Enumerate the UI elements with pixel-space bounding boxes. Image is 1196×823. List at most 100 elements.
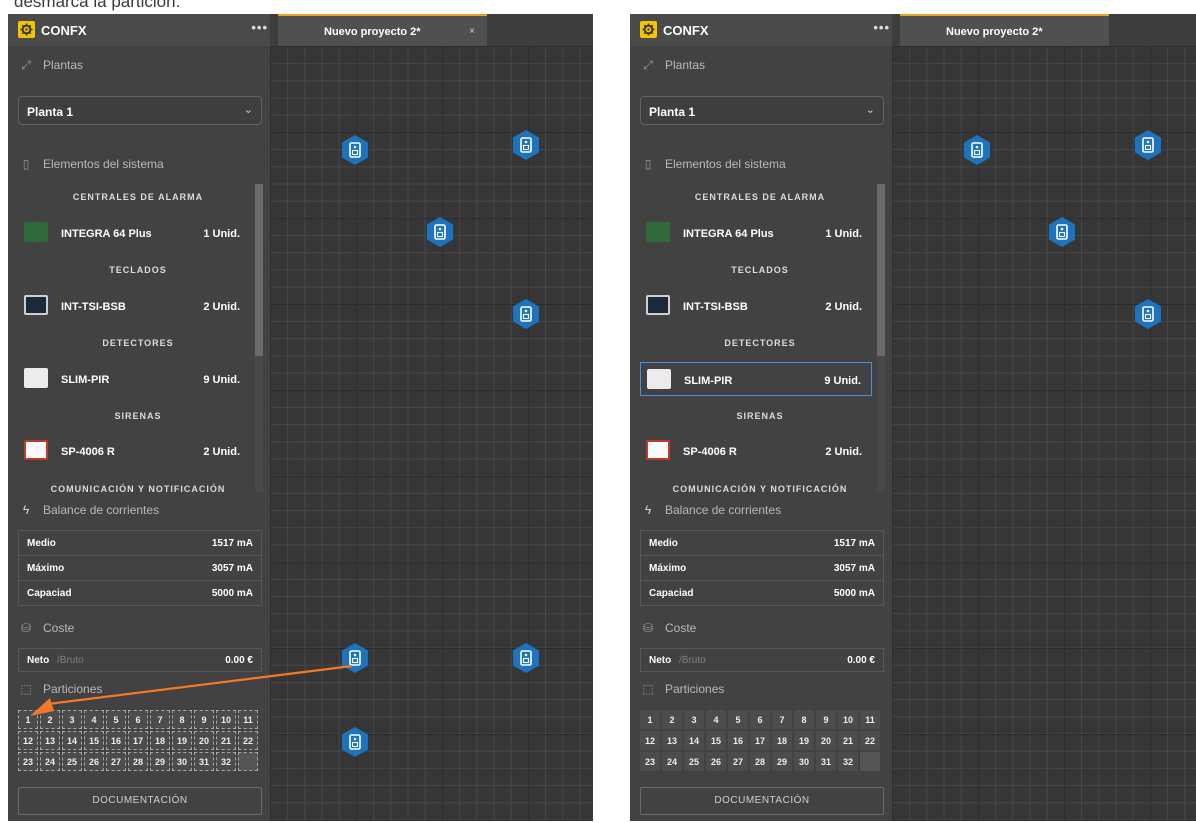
list-scrollbar-thumb[interactable]	[877, 184, 885, 356]
partition-cell[interactable]: 6	[128, 710, 148, 729]
partition-cell[interactable]: 19	[794, 731, 814, 750]
documentation-button[interactable]: DOCUMENTACIÓN	[18, 787, 262, 815]
partition-cell[interactable]: 8	[172, 710, 192, 729]
partition-cell[interactable]: 16	[728, 731, 748, 750]
documentation-button[interactable]: DOCUMENTACIÓN	[640, 787, 884, 815]
partition-cell[interactable]: 29	[772, 752, 792, 771]
partition-cell[interactable]: 23	[18, 752, 38, 771]
partition-cell[interactable]: 11	[238, 710, 258, 729]
partition-cell[interactable]: 10	[216, 710, 236, 729]
partition-cell[interactable]: 24	[662, 752, 682, 771]
partition-cell[interactable]: 3	[62, 710, 82, 729]
partition-cell[interactable]: 30	[172, 752, 192, 771]
partition-cell[interactable]: 23	[640, 752, 660, 771]
tab-project[interactable]: Nuevo proyecto 2*	[900, 14, 1109, 46]
detector-marker[interactable]	[511, 298, 541, 330]
partition-cell[interactable]: 9	[816, 710, 836, 729]
partition-cell[interactable]: 1	[640, 710, 660, 729]
detector-marker[interactable]	[1133, 129, 1163, 161]
list-item[interactable]: INTEGRA 64 Plus 1 Unid.	[18, 216, 250, 250]
partition-cell[interactable]: 14	[62, 731, 82, 750]
partition-cell[interactable]: 15	[84, 731, 104, 750]
partition-cell[interactable]: 18	[772, 731, 792, 750]
partition-cell[interactable]: 21	[216, 731, 236, 750]
partition-cell[interactable]: 4	[706, 710, 726, 729]
partition-cell[interactable]: 24	[40, 752, 60, 771]
partition-cell[interactable]: 7	[772, 710, 792, 729]
partition-cell[interactable]: 1	[18, 710, 38, 729]
list-item[interactable]: SP-4006 R 2 Unid.	[640, 434, 872, 468]
partition-cell[interactable]: 6	[750, 710, 770, 729]
partition-cell[interactable]: 26	[706, 752, 726, 771]
neto-toggle[interactable]: Neto	[649, 655, 671, 666]
list-item[interactable]: INT-TSI-BSB 2 Unid.	[18, 289, 250, 323]
partition-cell[interactable]: 3	[684, 710, 704, 729]
partition-cell[interactable]: 9	[194, 710, 214, 729]
partition-cell[interactable]: 31	[816, 752, 836, 771]
detector-marker[interactable]	[511, 642, 541, 674]
partition-cell[interactable]: 5	[728, 710, 748, 729]
detector-marker[interactable]	[962, 134, 992, 166]
list-item[interactable]: SLIM-PIR 9 Unid.	[18, 362, 250, 396]
more-dots-icon[interactable]: •••	[251, 20, 268, 35]
gear-icon[interactable]	[640, 21, 657, 38]
list-item-selected[interactable]: SLIM-PIR 9 Unid.	[640, 362, 872, 396]
detector-marker[interactable]	[1133, 298, 1163, 330]
partition-cell[interactable]: 10	[838, 710, 858, 729]
detector-marker[interactable]	[511, 129, 541, 161]
partition-cell[interactable]: 2	[40, 710, 60, 729]
partition-cell[interactable]: 28	[128, 752, 148, 771]
partition-cell[interactable]: 27	[728, 752, 748, 771]
partition-cell[interactable]: 12	[18, 731, 38, 750]
neto-toggle[interactable]: Neto	[27, 655, 49, 666]
partition-cell[interactable]: 21	[838, 731, 858, 750]
planta-select[interactable]: Planta 1 ⌄	[18, 96, 262, 125]
list-item[interactable]: INTEGRA 64 Plus 1 Unid.	[640, 216, 872, 250]
detector-marker[interactable]	[340, 134, 370, 166]
partition-cell[interactable]: 25	[62, 752, 82, 771]
partition-cell[interactable]: 18	[150, 731, 170, 750]
partition-cell[interactable]: 5	[106, 710, 126, 729]
bruto-toggle[interactable]: /Bruto	[679, 655, 706, 666]
partition-cell[interactable]: 7	[150, 710, 170, 729]
partition-cell[interactable]: 17	[750, 731, 770, 750]
floor-canvas[interactable]	[270, 46, 593, 821]
list-item[interactable]: INT-TSI-BSB 2 Unid.	[640, 289, 872, 323]
partition-cell[interactable]: 30	[794, 752, 814, 771]
detector-marker[interactable]	[1047, 216, 1077, 248]
partition-cell[interactable]: 32	[216, 752, 236, 771]
partition-cell[interactable]: 4	[84, 710, 104, 729]
partition-cell[interactable]: 8	[794, 710, 814, 729]
partition-cell[interactable]: 27	[106, 752, 126, 771]
list-item[interactable]: SP-4006 R 2 Unid.	[18, 434, 250, 468]
partition-cell[interactable]: 32	[838, 752, 858, 771]
partition-cell[interactable]: 22	[860, 731, 880, 750]
partition-cell[interactable]: 20	[194, 731, 214, 750]
partition-cell[interactable]: 22	[238, 731, 258, 750]
partition-cell[interactable]: 16	[106, 731, 126, 750]
list-scrollbar-thumb[interactable]	[255, 184, 263, 356]
cost-row[interactable]: Neto /Bruto 0.00 €	[18, 648, 262, 672]
tab-project[interactable]: Nuevo proyecto 2* ×	[278, 14, 487, 46]
detector-marker[interactable]	[425, 216, 455, 248]
floor-canvas[interactable]	[892, 46, 1196, 821]
planta-select[interactable]: Planta 1 ⌄	[640, 96, 884, 125]
partition-cell[interactable]: 12	[640, 731, 660, 750]
partition-cell[interactable]: 25	[684, 752, 704, 771]
partition-cell[interactable]: 20	[816, 731, 836, 750]
partition-cell[interactable]: 2	[662, 710, 682, 729]
partition-cell[interactable]: 29	[150, 752, 170, 771]
partition-cell[interactable]: 19	[172, 731, 192, 750]
partition-cell[interactable]: 14	[684, 731, 704, 750]
more-dots-icon[interactable]: •••	[873, 20, 890, 35]
partition-cell[interactable]: 26	[84, 752, 104, 771]
partition-cell[interactable]: 31	[194, 752, 214, 771]
detector-marker[interactable]	[340, 726, 370, 758]
partition-cell[interactable]: 11	[860, 710, 880, 729]
gear-icon[interactable]	[18, 21, 35, 38]
bruto-toggle[interactable]: /Bruto	[57, 655, 84, 666]
partition-cell[interactable]: 13	[40, 731, 60, 750]
partition-cell[interactable]: 17	[128, 731, 148, 750]
partition-cell[interactable]: 15	[706, 731, 726, 750]
cost-row[interactable]: Neto /Bruto 0.00 €	[640, 648, 884, 672]
